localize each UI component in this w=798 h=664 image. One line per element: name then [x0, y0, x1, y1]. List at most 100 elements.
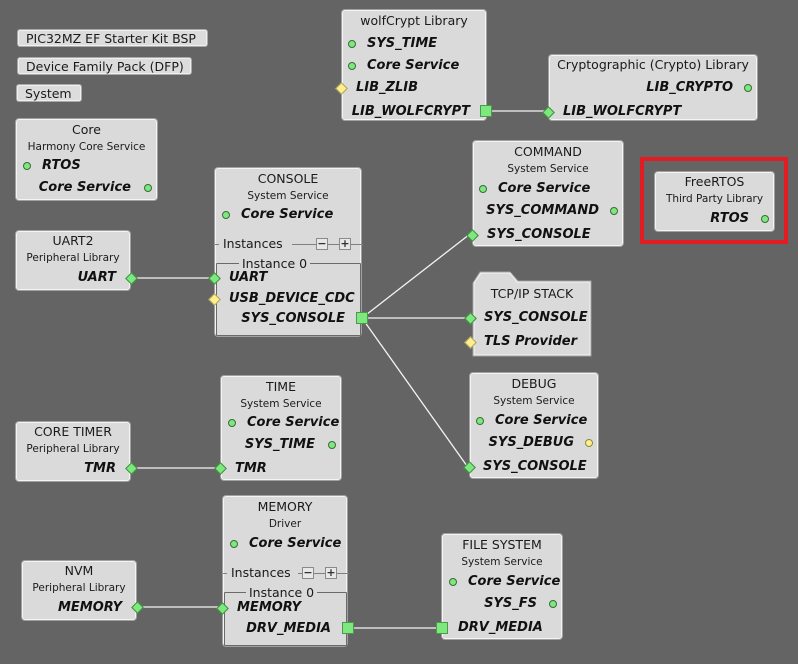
- port-core-service-dot-icon[interactable]: [476, 417, 484, 425]
- port-sys-debug-dot-icon[interactable]: [585, 439, 593, 447]
- port-core-service: Core Service: [367, 58, 460, 73]
- divider: [223, 573, 227, 574]
- port-sys-fs: SYS_FS: [484, 596, 537, 611]
- node-file-system[interactable]: FILE SYSTEM System Service Core Service …: [441, 533, 563, 640]
- port-sys-debug: SYS_DEBUG: [488, 435, 574, 450]
- node-subtitle: Third Party Library: [665, 193, 764, 205]
- port-sys-command-dot-icon[interactable]: [610, 207, 618, 215]
- node-subtitle: System Service: [493, 395, 575, 407]
- port-core-service-dot-icon[interactable]: [228, 419, 236, 427]
- system-button[interactable]: System: [16, 84, 82, 102]
- port-core-service-dot-icon[interactable]: [479, 185, 487, 193]
- port-sys-console: SYS_CONSOLE: [487, 227, 591, 242]
- node-title: wolfCrypt Library: [360, 13, 468, 28]
- node-title: FILE SYSTEM: [462, 537, 542, 552]
- remove-instance-button[interactable]: −: [302, 567, 314, 579]
- port-usb-device-cdc: USB_DEVICE_CDC: [229, 291, 355, 306]
- node-tcpip-stack[interactable]: TCP/IP STACK SYS_CONSOLE TLS Provider: [464, 281, 591, 356]
- port-lib-wolfcrypt: LIB_WOLFCRYPT: [351, 104, 470, 119]
- port-lib-zlib-diamond-icon[interactable]: [335, 82, 348, 95]
- port-lib-wolfcrypt-diamond-icon[interactable]: [542, 106, 555, 119]
- port-core-service-dot-icon[interactable]: [144, 184, 152, 192]
- node-subtitle: Harmony Core Service: [27, 141, 146, 153]
- port-tmr: TMR: [235, 461, 267, 476]
- node-debug[interactable]: DEBUG System Service Core Service SYS_DE…: [463, 372, 599, 479]
- port-drv-media-square-icon[interactable]: [436, 622, 448, 634]
- divider: [314, 573, 325, 574]
- port-sys-console: SYS_CONSOLE: [483, 459, 587, 474]
- node-core[interactable]: Core Harmony Core Service RTOS Core Serv…: [15, 118, 158, 201]
- port-core-service-dot-icon[interactable]: [230, 540, 238, 548]
- node-time[interactable]: TIME System Service Core Service SYS_TIM…: [214, 375, 342, 481]
- node-nvm[interactable]: NVM Peripheral Library MEMORY: [21, 560, 137, 621]
- add-instance-button[interactable]: +: [339, 238, 351, 250]
- port-sys-command: SYS_COMMAND: [486, 203, 599, 218]
- port-sys-fs-dot-icon[interactable]: [549, 600, 557, 608]
- node-title: CONSOLE: [257, 171, 319, 186]
- remove-instance-button[interactable]: −: [316, 238, 328, 250]
- node-title: MEMORY: [257, 499, 313, 514]
- port-core-service: Core Service: [498, 181, 591, 196]
- port-core-service-dot-icon[interactable]: [222, 211, 230, 219]
- node-command[interactable]: COMMAND System Service Core Service SYS_…: [466, 140, 624, 247]
- node-title: COMMAND: [514, 144, 582, 159]
- node-subtitle: System Service: [247, 190, 329, 202]
- bsp-button[interactable]: PIC32MZ EF Starter Kit BSP: [17, 29, 208, 47]
- port-core-service: Core Service: [249, 536, 342, 551]
- node-freertos[interactable]: FreeRTOS Third Party Library RTOS: [654, 171, 775, 232]
- port-sys-time: SYS_TIME: [367, 36, 438, 51]
- port-drv-media-square-icon[interactable]: [342, 622, 354, 634]
- port-lib-wolfcrypt-square-icon[interactable]: [480, 105, 492, 117]
- node-title: TIME: [265, 379, 296, 394]
- instance-0-label: Instance 0: [246, 585, 318, 600]
- node-subtitle: System Service: [507, 163, 589, 175]
- node-uart2[interactable]: UART2 Peripheral Library UART: [15, 230, 131, 291]
- dfp-button[interactable]: Device Family Pack (DFP): [17, 57, 192, 75]
- port-core-service: Core Service: [495, 413, 588, 428]
- port-drv-media: DRV_MEDIA: [458, 620, 543, 635]
- port-lib-crypto: LIB_CRYPTO: [646, 80, 733, 95]
- port-core-service-dot-icon[interactable]: [449, 578, 457, 586]
- node-subtitle: System Service: [240, 398, 322, 410]
- port-lib-crypto-dot-icon[interactable]: [744, 84, 752, 92]
- port-lib-zlib: LIB_ZLIB: [356, 80, 418, 95]
- node-title: Cryptographic (Crypto) Library: [557, 57, 749, 72]
- port-tls-provider: TLS Provider: [484, 334, 577, 349]
- port-sys-console-diamond-icon[interactable]: [464, 312, 477, 325]
- node-title: CORE TIMER: [34, 424, 112, 439]
- node-memory[interactable]: MEMORY Driver Core Service Instances − +…: [216, 495, 349, 647]
- port-rtos-dot-icon[interactable]: [761, 215, 769, 223]
- port-sys-console-diamond-icon[interactable]: [466, 229, 479, 242]
- divider: [351, 244, 363, 245]
- port-core-service-dot-icon[interactable]: [348, 62, 356, 70]
- port-uart: UART: [77, 270, 116, 285]
- port-tmr-diamond-icon[interactable]: [214, 462, 227, 475]
- port-core-service: Core Service: [241, 207, 334, 222]
- node-title: DEBUG: [511, 376, 557, 391]
- node-title: TCP/IP STACK: [490, 286, 574, 301]
- node-wolfcrypt-library[interactable]: wolfCrypt Library SYS_TIME Core Service …: [335, 9, 487, 121]
- port-core-service: Core Service: [468, 574, 561, 589]
- divider: [215, 244, 219, 245]
- node-console[interactable]: CONSOLE System Service Core Service Inst…: [208, 167, 363, 337]
- port-sys-console-square-icon[interactable]: [356, 312, 368, 324]
- port-drv-media: DRV_MEDIA: [246, 621, 331, 636]
- divider: [328, 244, 339, 245]
- node-title: FreeRTOS: [684, 174, 745, 189]
- node-core-timer[interactable]: CORE TIMER Peripheral Library TMR: [15, 421, 131, 482]
- port-tmr: TMR: [84, 461, 116, 476]
- instance-0-label: Instance 0: [239, 256, 311, 271]
- port-sys-time-dot-icon[interactable]: [328, 441, 336, 449]
- port-memory: MEMORY: [57, 600, 122, 615]
- port-core-service: Core Service: [38, 180, 131, 195]
- port-tls-provider-diamond-icon[interactable]: [464, 336, 477, 349]
- node-subtitle: Peripheral Library: [32, 582, 126, 594]
- port-sys-console-diamond-icon[interactable]: [463, 461, 476, 474]
- node-crypto-library[interactable]: Cryptographic (Crypto) Library LIB_CRYPT…: [542, 54, 758, 121]
- port-sys-console: SYS_CONSOLE: [241, 311, 345, 326]
- port-sys-time-dot-icon[interactable]: [348, 40, 356, 48]
- port-rtos-dot-icon[interactable]: [23, 162, 31, 170]
- add-instance-button[interactable]: +: [325, 567, 337, 579]
- wire-console-debug: [361, 317, 468, 467]
- port-rtos: RTOS: [710, 211, 749, 226]
